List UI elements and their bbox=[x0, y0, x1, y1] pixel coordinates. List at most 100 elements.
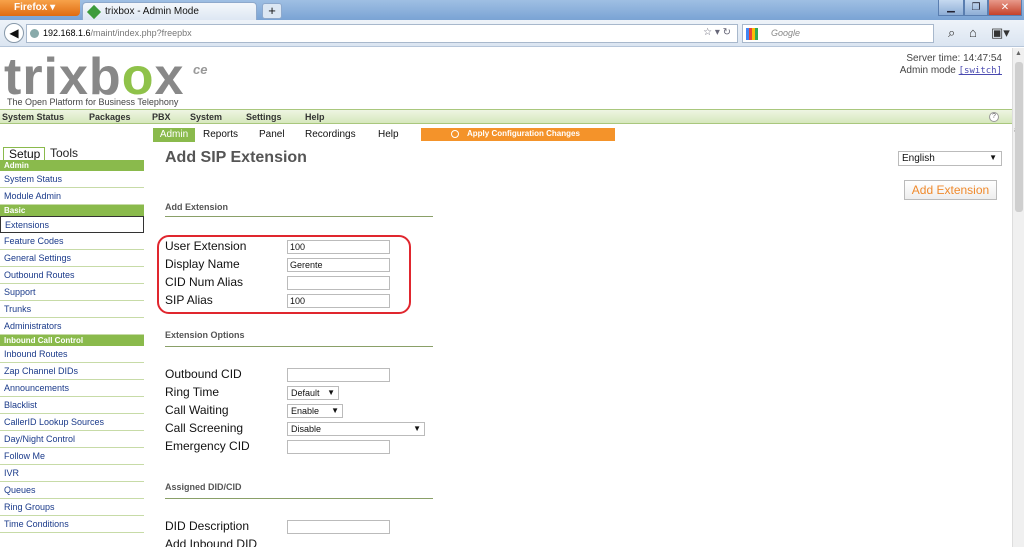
help-icon[interactable]: ? bbox=[989, 112, 999, 122]
did-description-input[interactable] bbox=[287, 520, 390, 534]
top-menu-help[interactable]: Help bbox=[305, 112, 325, 122]
tab-title: trixbox - Admin Mode bbox=[105, 6, 199, 17]
call-waiting-select[interactable]: Enable ▼ bbox=[287, 404, 343, 418]
home-icon[interactable]: ⌂ bbox=[969, 25, 977, 40]
back-arrow-icon[interactable]: ◀ bbox=[4, 23, 24, 43]
top-menu-system-status[interactable]: System Status bbox=[2, 112, 64, 122]
admin-mode-status: Admin mode [switch] bbox=[900, 65, 1002, 76]
google-icon bbox=[746, 28, 758, 40]
close-icon[interactable]: ✕ bbox=[988, 0, 1022, 16]
sidebar-item-extensions[interactable]: Extensions bbox=[0, 216, 144, 233]
vertical-scrollbar[interactable]: ▲ ≡ bbox=[1012, 48, 1024, 547]
firefox-menu-button[interactable]: Firefox ▾ bbox=[0, 0, 80, 16]
sidebar-item-follow-me[interactable]: Follow Me bbox=[0, 448, 144, 465]
url-host: 192.168.1.6 bbox=[43, 28, 91, 38]
ring-time-value: Default bbox=[291, 388, 320, 398]
subtab-reports[interactable]: Reports bbox=[203, 128, 238, 142]
browser-tab[interactable]: trixbox - Admin Mode bbox=[82, 2, 257, 20]
sidebar-item-ring-groups[interactable]: Ring Groups bbox=[0, 499, 144, 516]
minimize-icon[interactable]: ▁ bbox=[938, 0, 964, 16]
new-tab-button[interactable]: + bbox=[262, 3, 282, 19]
sidebar-section-basic: Basic bbox=[0, 205, 144, 216]
sidebar-item-general-settings[interactable]: General Settings bbox=[0, 250, 144, 267]
chevron-down-icon: ▼ bbox=[413, 424, 421, 433]
trixbox-favicon-icon bbox=[86, 4, 102, 20]
search-placeholder: Google bbox=[771, 28, 801, 38]
sidebar-item-callerid-lookup-sources[interactable]: CallerID Lookup Sources bbox=[0, 414, 144, 431]
subtab-admin[interactable]: Admin bbox=[153, 128, 195, 142]
sidebar-tabs: Setup Tools bbox=[0, 147, 144, 160]
sidebar-item-blacklist[interactable]: Blacklist bbox=[0, 397, 144, 414]
sidebar-item-announcements[interactable]: Announcements bbox=[0, 380, 144, 397]
sidebar-item-outbound-routes[interactable]: Outbound Routes bbox=[0, 267, 144, 284]
firefox-menu-label: Firefox bbox=[14, 2, 48, 13]
user-extension-input[interactable]: 100 bbox=[287, 240, 390, 254]
page-viewport: trixbox ce The Open Platform for Busines… bbox=[0, 48, 1012, 547]
sip-alias-label: SIP Alias bbox=[165, 293, 213, 307]
tagline: The Open Platform for Business Telephony bbox=[7, 97, 179, 107]
sidebar-item-system-status[interactable]: System Status bbox=[0, 171, 144, 188]
language-value: English bbox=[902, 153, 935, 164]
top-menu: System Status Packages PBX System Settin… bbox=[0, 109, 1012, 124]
subtab-help[interactable]: Help bbox=[378, 128, 399, 142]
ring-time-select[interactable]: Default ▼ bbox=[287, 386, 339, 400]
section-divider bbox=[165, 216, 433, 217]
sidebar-item-support[interactable]: Support bbox=[0, 284, 144, 301]
subtab-panel[interactable]: Panel bbox=[259, 128, 285, 142]
subtab-recordings[interactable]: Recordings bbox=[305, 128, 356, 142]
display-name-input[interactable]: Gerente bbox=[287, 258, 390, 272]
sidebar-item-time-conditions[interactable]: Time Conditions bbox=[0, 516, 144, 533]
section-divider bbox=[165, 498, 433, 499]
top-menu-packages[interactable]: Packages bbox=[89, 112, 131, 122]
chevron-down-icon: ▼ bbox=[331, 406, 339, 415]
top-menu-system[interactable]: System bbox=[190, 112, 222, 122]
scrollbar-thumb[interactable] bbox=[1015, 62, 1023, 212]
emergency-cid-label: Emergency CID bbox=[165, 439, 250, 453]
emergency-cid-input[interactable] bbox=[287, 440, 390, 454]
url-bar[interactable]: 192.168.1.6/maint/index.php?freepbx ☆ ▾ … bbox=[26, 24, 738, 43]
sip-alias-input[interactable]: 100 bbox=[287, 294, 390, 308]
call-waiting-value: Enable bbox=[291, 406, 320, 416]
call-screening-label: Call Screening bbox=[165, 421, 244, 435]
call-screening-select[interactable]: Disable ▼ bbox=[287, 422, 425, 436]
search-input[interactable]: Google bbox=[742, 24, 934, 43]
cid-num-alias-label: CID Num Alias bbox=[165, 275, 244, 289]
sidebar: Admin System Status Module Admin Basic Exten… bbox=[0, 160, 144, 533]
url-path: /maint/index.php?freepbx bbox=[90, 28, 192, 38]
page-title: Add SIP Extension bbox=[165, 149, 307, 166]
chevron-down-icon: ▼ bbox=[327, 388, 335, 397]
cid-num-alias-input[interactable] bbox=[287, 276, 390, 290]
scroll-up-icon[interactable]: ▲ bbox=[1015, 50, 1022, 57]
sidebar-section-admin: Admin bbox=[0, 160, 144, 171]
top-menu-settings[interactable]: Settings bbox=[246, 112, 282, 122]
sidebar-item-zap-channel-dids[interactable]: Zap Channel DIDs bbox=[0, 363, 144, 380]
sidebar-item-feature-codes[interactable]: Feature Codes bbox=[0, 233, 144, 250]
switch-link[interactable]: [switch] bbox=[959, 66, 1002, 76]
language-select[interactable]: English ▼ bbox=[898, 151, 1002, 166]
outbound-cid-input[interactable] bbox=[287, 368, 390, 382]
globe-icon bbox=[30, 29, 39, 38]
user-extension-label: User Extension bbox=[165, 239, 247, 253]
chevron-down-icon: ▼ bbox=[989, 153, 997, 162]
tab-setup[interactable]: Setup bbox=[3, 147, 45, 160]
bookmark-star-icon[interactable]: ☆ ▾ ↻ bbox=[703, 27, 731, 38]
sidebar-item-queues[interactable]: Queues bbox=[0, 482, 144, 499]
tab-tools[interactable]: Tools bbox=[50, 147, 78, 159]
logo-ce-mark: ce bbox=[193, 62, 208, 77]
apply-configuration-button[interactable]: Apply Configuration Changes bbox=[421, 128, 615, 141]
top-menu-pbx[interactable]: PBX bbox=[152, 112, 171, 122]
ring-time-label: Ring Time bbox=[165, 385, 220, 399]
add-extension-button[interactable]: Add Extension bbox=[904, 180, 997, 200]
bookmarks-menu-icon[interactable]: ▣▾ bbox=[991, 25, 1010, 41]
sidebar-item-module-admin[interactable]: Module Admin bbox=[0, 188, 144, 205]
sidebar-item-administrators[interactable]: Administrators bbox=[0, 318, 144, 335]
sidebar-item-ivr[interactable]: IVR bbox=[0, 465, 144, 482]
sidebar-item-day-night-control[interactable]: Day/Night Control bbox=[0, 431, 144, 448]
apply-config-icon bbox=[451, 130, 459, 138]
search-magnifier-icon[interactable]: ⌕ bbox=[948, 25, 955, 41]
sidebar-item-trunks[interactable]: Trunks bbox=[0, 301, 144, 318]
section-divider bbox=[165, 346, 433, 347]
sidebar-item-inbound-routes[interactable]: Inbound Routes bbox=[0, 346, 144, 363]
browser-navbar: ◀ 192.168.1.6/maint/index.php?freepbx ☆ … bbox=[0, 20, 1024, 47]
maximize-icon[interactable]: ❐ bbox=[964, 0, 988, 16]
